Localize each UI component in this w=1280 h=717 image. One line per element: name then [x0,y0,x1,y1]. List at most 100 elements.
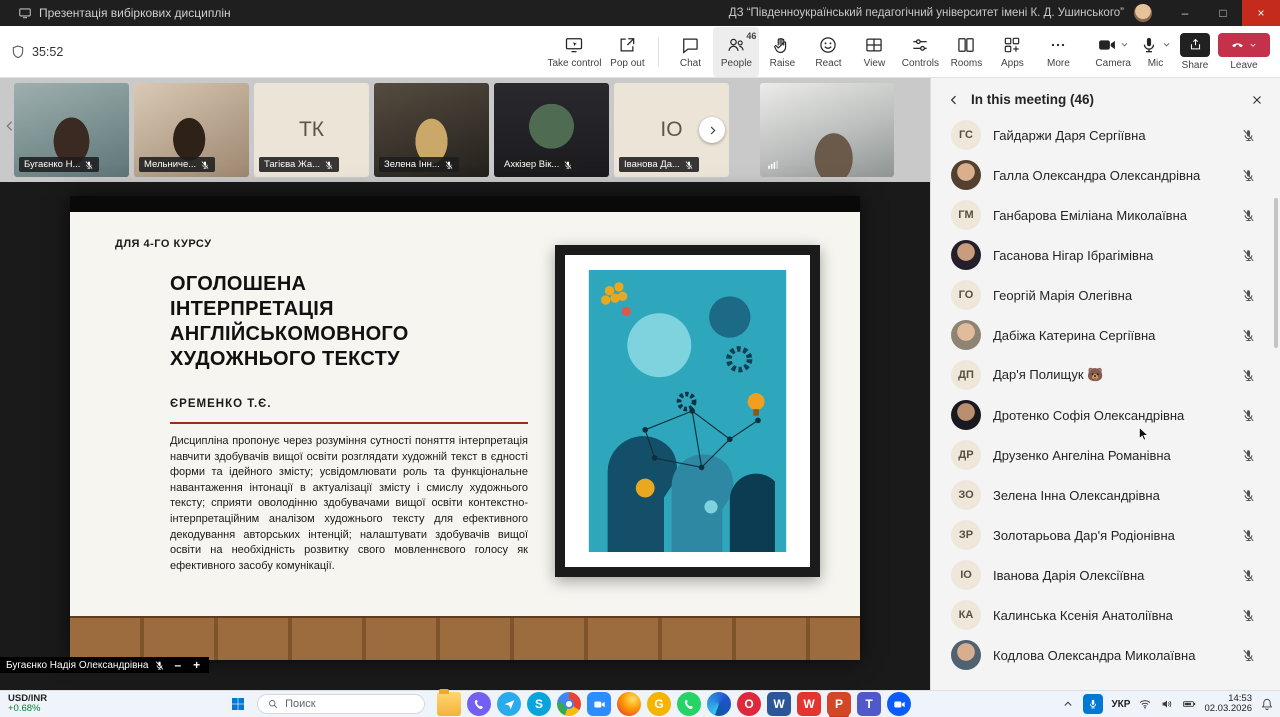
taskbar-apps [437,692,911,716]
participant-name: Галла Олександра Олександрівна [993,168,1229,183]
participant-name: Ахкізер Вік... [504,159,559,170]
participant-name: Гасанова Нігар Ібрагімівна [993,248,1229,263]
video-tile[interactable]: Ахкізер Вік... [494,83,609,177]
slide-artwork [580,270,795,552]
take-control-icon [564,35,584,55]
participant-row[interactable]: Кодлова Олександра Миколаївна [931,635,1280,675]
video-tile[interactable]: Зелена Інн... [374,83,489,177]
google-app-icon[interactable] [647,692,671,716]
back-icon[interactable] [947,93,961,107]
panel-scrollbar[interactable] [1274,198,1278,348]
meeting-timer: 35:52 [10,44,90,60]
wifi-icon[interactable] [1138,697,1152,711]
strip-scroll-right-button[interactable] [699,117,725,143]
participant-row[interactable]: ЗО Зелена Інна Олександрівна [931,475,1280,515]
zoom-in-button[interactable]: + [190,658,203,672]
pop-out-button[interactable]: Pop out [604,27,650,77]
participant-name: Дар'я Полищук 🐻 [993,367,1229,383]
participant-row[interactable]: ДП Дар'я Полищук 🐻 [931,355,1280,395]
zoom-meeting-icon[interactable] [887,692,911,716]
powerpoint-icon-active[interactable] [827,692,851,716]
telegram-icon[interactable] [497,692,521,716]
market-widget[interactable]: USD/INR +0.68% [8,694,47,714]
whatsapp-icon[interactable] [677,692,701,716]
participant-row[interactable]: ГС Гайдаржи Даря Сергіївна [931,115,1280,155]
chrome-icon[interactable] [557,692,581,716]
strip-scroll-left-icon[interactable] [2,118,18,134]
close-button[interactable]: × [1242,0,1280,26]
camera-chevron-icon[interactable] [1119,39,1130,50]
participant-row[interactable]: ЗР Золотарьова Дар'я Родіонівна [931,515,1280,555]
leave-button[interactable]: Leave [1218,27,1270,77]
video-tile[interactable]: Мельниче... [134,83,249,177]
raise-hand-button[interactable]: Raise [759,27,805,77]
taskbar-search[interactable]: Поиск [257,694,425,714]
mic-in-use-indicator[interactable] [1083,694,1103,714]
presenter-name: Бугаєнко Надія Олександрівна [6,660,148,671]
participant-row[interactable]: ІО Іванова Дарія Олексіївна [931,555,1280,595]
meeting-window-icon [18,6,32,20]
take-control-button[interactable]: Take control [545,27,605,77]
controls-icon [910,35,930,55]
participant-row[interactable]: Галла Олександра Олександрівна [931,155,1280,195]
mic-muted-icon [1241,488,1256,503]
edge-icon[interactable] [707,692,731,716]
participant-row[interactable]: Гасанова Нігар Ібрагімівна [931,235,1280,275]
battery-icon[interactable] [1182,697,1196,711]
mic-chevron-icon[interactable] [1161,39,1172,50]
mic-muted-icon [1241,128,1256,143]
volume-icon[interactable] [1160,697,1174,711]
account-avatar[interactable] [1134,4,1152,22]
controls-button[interactable]: Controls [897,27,943,77]
participant-row[interactable]: Дротенко Софія Олександрівна [931,395,1280,435]
zoom-out-button[interactable]: – [171,658,184,672]
opera-icon[interactable] [737,692,761,716]
viber-icon[interactable] [467,692,491,716]
chevron-right-icon [706,124,719,137]
close-panel-icon[interactable] [1250,93,1264,107]
participant-row[interactable]: ДР Друзенко Ангеліна Романівна [931,435,1280,475]
taskbar-clock[interactable]: 14:53 02.03.2026 [1204,694,1252,715]
mic-button[interactable]: Mic [1139,27,1172,77]
start-button[interactable] [225,692,251,716]
participant-name: Гайдаржи Даря Сергіївна [993,128,1229,143]
leave-chevron-icon[interactable] [1248,40,1258,50]
participant-row[interactable]: ГМ Ганбарова Еміліана Миколаївна [931,195,1280,235]
participant-row[interactable]: ГО Георгій Марія Олегівна [931,275,1280,315]
rooms-button[interactable]: Rooms [943,27,989,77]
share-button[interactable]: Share [1180,27,1210,77]
chat-icon [680,35,700,55]
view-button[interactable]: View [851,27,897,77]
word-icon[interactable] [767,692,791,716]
camera-button[interactable]: Camera [1095,27,1131,77]
participant-row[interactable]: Дабіжа Катерина Сергіївна [931,315,1280,355]
language-indicator[interactable]: УКР [1111,699,1130,710]
apps-button[interactable]: Apps [989,27,1035,77]
react-button[interactable]: React [805,27,851,77]
chat-button[interactable]: Chat [667,27,713,77]
participant-name: Тагієва Жа... [264,159,320,170]
video-tile[interactable]: Бугаєнко Н... [14,83,129,177]
avatar [951,160,981,190]
people-panel-title: In this meeting (46) [971,92,1240,107]
spotlight-video-tile[interactable] [760,83,894,177]
skype-icon[interactable] [527,692,551,716]
participant-row[interactable]: КА Калинська Ксенія Анатоліївна [931,595,1280,635]
more-button[interactable]: More [1035,27,1081,77]
wordwall-icon[interactable] [797,692,821,716]
notification-icon[interactable] [1260,697,1274,711]
maximize-button[interactable]: □ [1204,0,1242,26]
tray-expand-icon[interactable] [1061,697,1075,711]
people-panel: In this meeting (46) ГС Гайдаржи Даря Се… [930,78,1280,690]
minimize-button[interactable]: – [1166,0,1204,26]
slide-divider-rule [170,422,528,424]
firefox-icon[interactable] [617,692,641,716]
people-button[interactable]: 46 People [713,27,759,77]
video-tile[interactable]: ТК Тагієва Жа... [254,83,369,177]
zoom-icon[interactable] [587,692,611,716]
teams-icon[interactable] [857,692,881,716]
meeting-tab[interactable]: Презентація вибіркових дисциплін [8,0,241,26]
share-icon [1188,37,1203,52]
file-explorer-icon[interactable] [437,692,461,716]
shield-icon [10,44,26,60]
